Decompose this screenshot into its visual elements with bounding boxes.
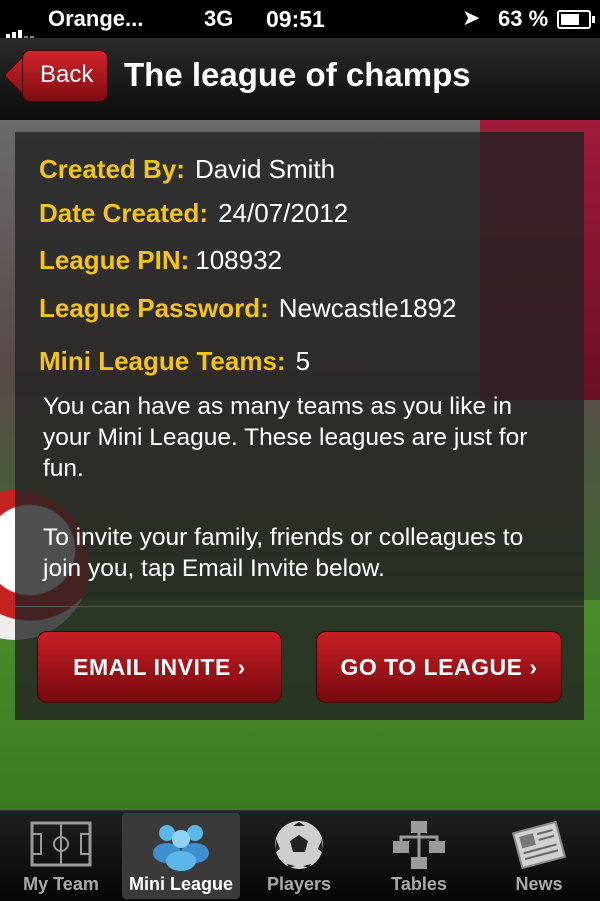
tab-label: News (515, 874, 563, 894)
tab-label: Tables (391, 874, 447, 894)
mini-league-teams-value: 5 (295, 346, 311, 376)
date-created-value: 24/07/2012 (218, 198, 349, 228)
battery-percentage: 63 % (498, 6, 549, 31)
created-by-value: David Smith (194, 154, 336, 184)
league-password-value: Newcastle1892 (278, 293, 457, 323)
battery-icon (557, 10, 595, 29)
hierarchy-icon (393, 821, 445, 869)
clock: 09:51 (266, 6, 325, 32)
page-title: The league of champs (124, 56, 471, 93)
network-type: 3G (204, 6, 234, 31)
tab-mini-league[interactable]: Mini League (122, 813, 240, 899)
navigation-bar: Back The league of champs (0, 38, 600, 121)
mini-league-teams-label: Mini League Teams: (39, 346, 286, 376)
back-button-label: Back (40, 61, 94, 88)
tab-label: Mini League (128, 874, 233, 894)
status-bar: Orange... 3G 09:51 ➤ 63 % (0, 0, 600, 39)
mini-league-teams-row: Mini League Teams: 5 (39, 346, 310, 377)
tab-news[interactable]: News (480, 813, 598, 899)
date-created-row: Date Created: 24/07/2012 (39, 198, 348, 229)
go-to-league-button[interactable]: GO TO LEAGUE › (316, 631, 562, 703)
football-icon (275, 821, 323, 869)
signal-strength-icon (6, 13, 36, 39)
league-password-row: League Password: Newcastle1892 (39, 293, 457, 324)
panel-divider (15, 606, 584, 607)
league-pin-label: League PIN: (39, 245, 190, 275)
created-by-label: Created By: (39, 154, 185, 184)
created-by-row: Created By: David Smith (39, 154, 335, 185)
tab-players[interactable]: Players (240, 813, 358, 899)
tab-tables[interactable]: Tables (360, 813, 478, 899)
league-pin-value: 108932 (195, 245, 283, 275)
email-invite-label: EMAIL INVITE › (73, 654, 246, 680)
date-created-label: Date Created: (39, 198, 209, 228)
group-icon (153, 825, 209, 871)
location-arrow-icon: ➤ (462, 5, 481, 30)
tab-label: My Team (23, 874, 99, 894)
back-button[interactable]: Back (3, 49, 108, 104)
invite-instructions: To invite your family, friends or collea… (43, 524, 524, 582)
email-invite-button[interactable]: EMAIL INVITE › (37, 631, 282, 703)
league-description: You can have as many teams as you like i… (43, 393, 528, 482)
league-password-label: League Password: (39, 293, 269, 323)
pitch-icon (30, 821, 92, 867)
league-info-panel: Created By: David Smith Date Created: 24/0… (15, 132, 584, 720)
league-pin-row: League PIN: 108932 (39, 245, 282, 276)
tab-my-team[interactable]: My Team (2, 813, 120, 899)
go-to-league-label: GO TO LEAGUE › (340, 654, 538, 680)
newspaper-icon (511, 820, 567, 870)
tab-label: Players (266, 874, 332, 894)
tab-bar: My Team Mini League Players Tables News (0, 810, 600, 901)
carrier-name: Orange... (48, 6, 144, 31)
